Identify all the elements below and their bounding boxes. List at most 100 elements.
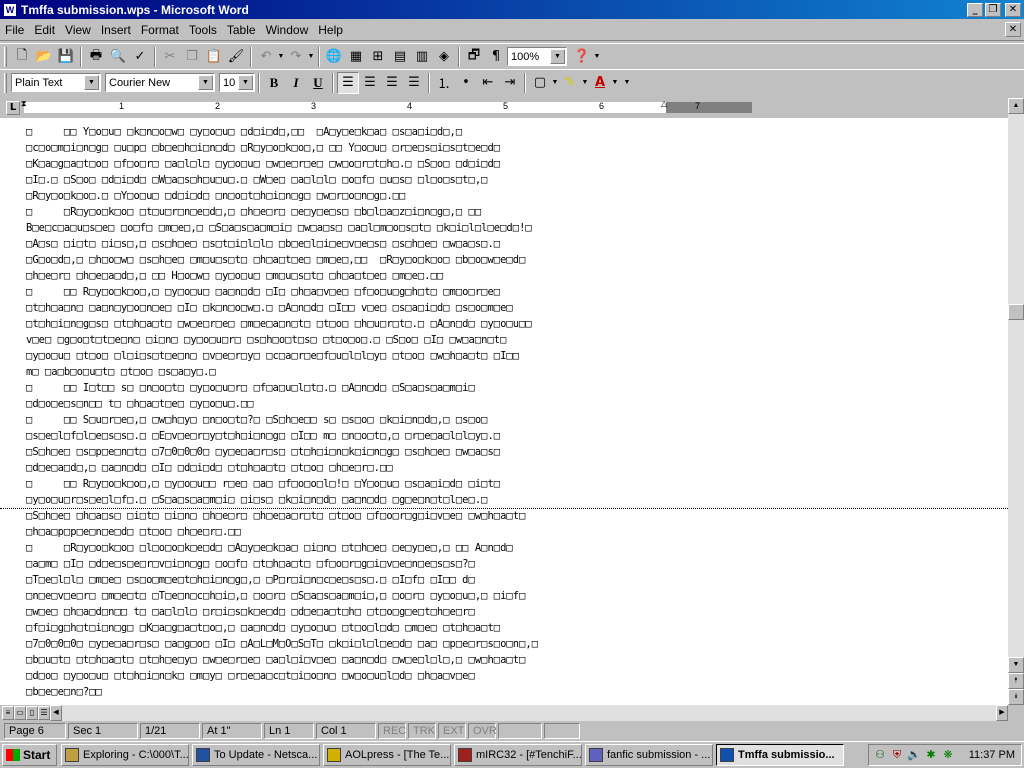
document-text[interactable]: □ □□ Y□o□u□ □k□n□o□w□ □y□o□u□ □d□i□d□,□□… — [0, 118, 1008, 700]
align-left-icon[interactable]: ☰ — [337, 71, 359, 94]
task-netscape[interactable]: To Update - Netsca... — [192, 744, 320, 766]
undo-dropdown-arrow-icon[interactable]: ▼ — [277, 53, 285, 60]
new-document-icon[interactable]: 🗋 — [11, 46, 33, 68]
status-ext[interactable]: EXT — [438, 723, 466, 739]
horizontal-scroll-track[interactable] — [62, 705, 1008, 721]
task-aolpress[interactable]: AOLpress - [The Te... — [323, 744, 451, 766]
help-icon[interactable]: ❓ — [571, 46, 593, 68]
align-center-icon[interactable]: ☰ — [359, 72, 381, 94]
word-app-icon[interactable]: W — [3, 2, 17, 17]
redo-dropdown-arrow-icon[interactable]: ▼ — [307, 53, 315, 60]
task-word-document[interactable]: Tmffa submissio... — [716, 744, 844, 766]
document-close-button[interactable]: ✕ — [1005, 22, 1021, 37]
highlight-icon[interactable]: ✎ — [559, 72, 581, 94]
status-rec[interactable]: REC — [378, 723, 406, 739]
menu-window[interactable]: Window — [261, 23, 314, 37]
show-hide-paragraph-icon[interactable]: ¶ — [485, 46, 507, 68]
hyperlink-icon[interactable]: 🌐 — [323, 46, 345, 68]
restore-button[interactable]: ❐ — [985, 2, 1001, 17]
zoom-select[interactable]: 100% ▼ — [507, 47, 567, 66]
copy-icon[interactable]: ❐ — [181, 46, 203, 68]
outline-view-icon[interactable]: ☰ — [38, 706, 50, 720]
toolbar-grip[interactable] — [4, 46, 7, 67]
style-select[interactable]: Plain Text ▼ — [11, 73, 101, 92]
scroll-right-icon[interactable]: ▶ — [996, 705, 1008, 721]
paste-icon[interactable]: 📋 — [203, 46, 225, 68]
undo-icon[interactable]: ↶ — [255, 46, 277, 68]
page-layout-view-icon[interactable]: ▯ — [26, 706, 38, 720]
scroll-up-icon[interactable]: ▲ — [1008, 98, 1024, 114]
decrease-indent-icon[interactable]: ⇤ — [477, 72, 499, 94]
italic-button[interactable]: I — [285, 72, 307, 94]
status-spelling[interactable] — [544, 723, 580, 739]
font-color-icon[interactable]: A — [589, 72, 611, 94]
next-page-icon[interactable]: ⯯ — [1008, 689, 1024, 705]
task-fanfic-submission[interactable]: fanfic submission - ... — [585, 744, 713, 766]
normal-view-icon[interactable]: ≡ — [2, 706, 14, 720]
vertical-scrollbar[interactable]: ▲ ▼ ⯭ ⯯ — [1008, 98, 1024, 705]
previous-page-icon[interactable]: ⯭ — [1008, 673, 1024, 689]
print-preview-icon[interactable]: 🔍 — [107, 46, 129, 68]
menu-edit[interactable]: Edit — [29, 23, 60, 37]
redo-icon[interactable]: ↷ — [285, 46, 307, 68]
highlight-dropdown-arrow-icon[interactable]: ▼ — [581, 79, 589, 86]
chevron-down-icon[interactable]: ▼ — [550, 49, 565, 64]
chevron-down-icon[interactable]: ▼ — [238, 75, 253, 90]
underline-button[interactable]: U — [307, 72, 329, 94]
font-color-dropdown-arrow-icon[interactable]: ▼ — [611, 79, 619, 86]
font-size-select[interactable]: 10 ▼ — [219, 73, 255, 92]
start-button[interactable]: Start — [2, 744, 57, 766]
left-indent-marker-icon[interactable]: ⧗ — [21, 99, 27, 109]
task-exploring[interactable]: Exploring - C:\000\T... — [61, 744, 189, 766]
online-layout-view-icon[interactable]: ▭ — [14, 706, 26, 720]
insert-excel-icon[interactable]: ▤ — [389, 46, 411, 68]
tab-selector[interactable]: L — [6, 101, 20, 115]
align-right-icon[interactable]: ☰ — [381, 72, 403, 94]
status-ovr[interactable]: OVR — [468, 723, 497, 739]
menu-format[interactable]: Format — [136, 23, 184, 37]
scheduler-icon[interactable]: ❋ — [941, 748, 955, 762]
bold-button[interactable]: B — [263, 72, 285, 94]
document-area[interactable]: □ □□ Y□o□u□ □k□n□o□w□ □y□o□u□ □d□i□d□,□□… — [0, 118, 1008, 705]
save-icon[interactable]: 💾 — [55, 46, 77, 68]
menu-insert[interactable]: Insert — [96, 23, 136, 37]
ruler[interactable]: L ⧗ △ 1 2 3 4 5 6 7 — [0, 98, 1024, 118]
menu-help[interactable]: Help — [313, 23, 348, 37]
format-painter-icon[interactable]: 🖌 — [225, 46, 247, 68]
spelling-icon[interactable]: ✓ — [129, 46, 151, 68]
drawing-icon[interactable]: ◈ — [433, 46, 455, 68]
right-indent-marker-icon[interactable]: △ — [661, 99, 667, 108]
scroll-down-icon[interactable]: ▼ — [1008, 657, 1024, 673]
toolbar-options-arrow-icon[interactable]: ▼ — [593, 53, 601, 60]
scroll-left-icon[interactable]: ◀ — [50, 705, 62, 721]
borders-icon[interactable]: ▢ — [529, 72, 551, 94]
toolbar-grip[interactable] — [4, 72, 7, 93]
shield-icon[interactable]: ⛨ — [890, 748, 904, 762]
open-folder-icon[interactable]: 📂 — [33, 46, 55, 68]
increase-indent-icon[interactable]: ⇥ — [499, 72, 521, 94]
menu-tools[interactable]: Tools — [184, 23, 222, 37]
borders-dropdown-arrow-icon[interactable]: ▼ — [551, 79, 559, 86]
bullets-icon[interactable]: • — [455, 72, 477, 94]
toolbar-options-arrow-icon[interactable]: ▼ — [623, 79, 631, 86]
menu-view[interactable]: View — [60, 23, 96, 37]
minimize-button[interactable]: _ — [967, 2, 983, 17]
document-map-icon[interactable]: 🗗 — [463, 46, 485, 68]
tables-borders-icon[interactable]: ▦ — [345, 46, 367, 68]
cut-icon[interactable]: ✂ — [159, 46, 181, 68]
task-mirc[interactable]: mIRC32 - [#TenchiF... — [454, 744, 582, 766]
chevron-down-icon[interactable]: ▼ — [198, 75, 213, 90]
columns-icon[interactable]: ▥ — [411, 46, 433, 68]
chevron-down-icon[interactable]: ▼ — [84, 75, 99, 90]
menu-table[interactable]: Table — [222, 23, 261, 37]
font-select[interactable]: Courier New ▼ — [105, 73, 215, 92]
antivirus-icon[interactable]: ✱ — [924, 748, 938, 762]
close-button[interactable]: ✕ — [1005, 2, 1021, 17]
menu-file[interactable]: File — [0, 23, 29, 37]
vertical-scroll-thumb[interactable] — [1008, 304, 1024, 320]
speaker-icon[interactable]: 🔈 — [907, 748, 921, 762]
status-trk[interactable]: TRK — [408, 723, 436, 739]
insert-table-icon[interactable]: ⊞ — [367, 46, 389, 68]
print-icon[interactable]: 🖶 — [85, 46, 107, 68]
justify-icon[interactable]: ☰ — [403, 72, 425, 94]
